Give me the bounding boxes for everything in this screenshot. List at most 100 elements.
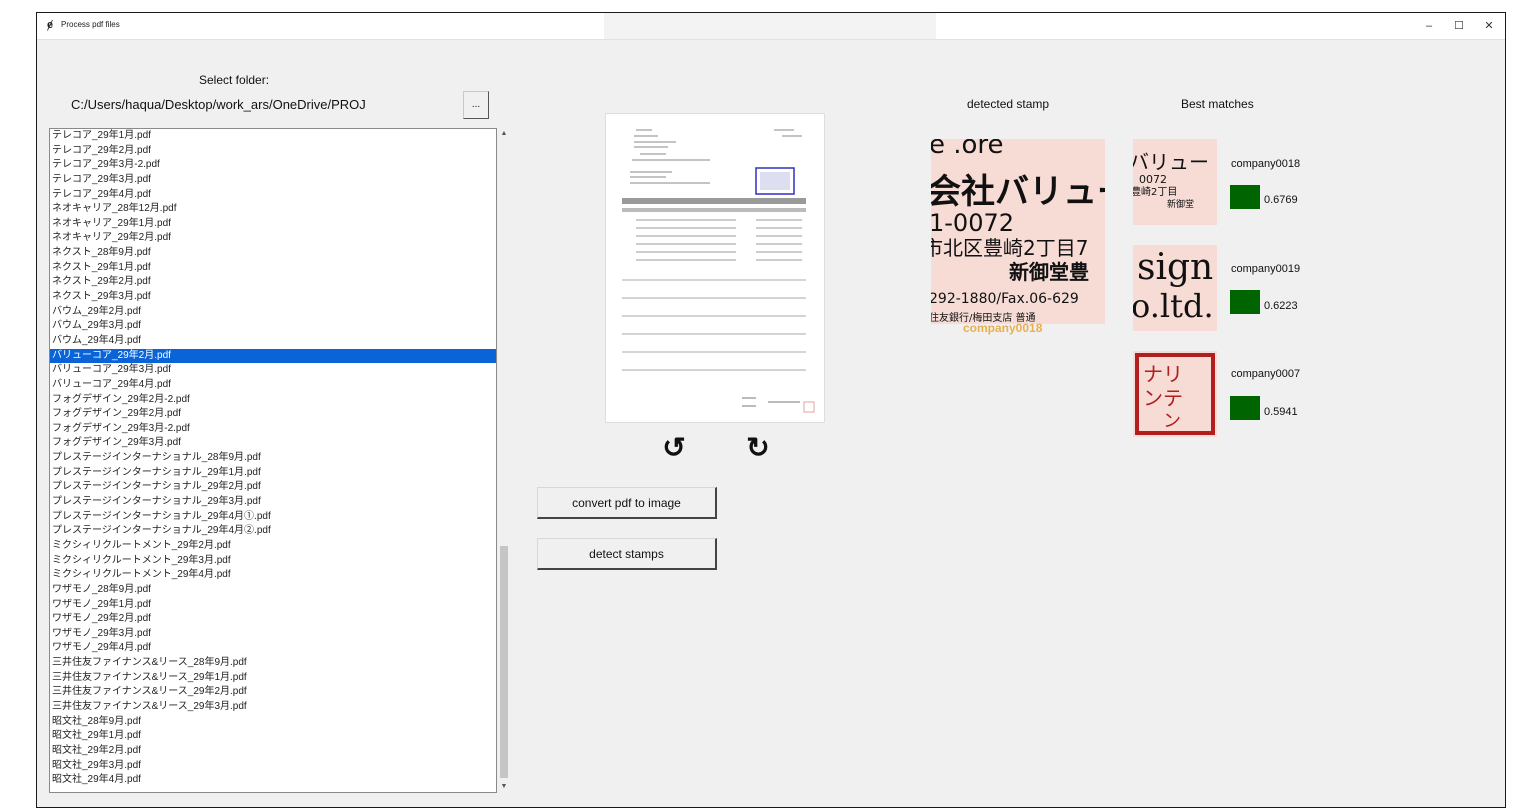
match-name: company0019	[1231, 263, 1301, 275]
file-list-item[interactable]: ワザモノ_28年9月.pdf	[50, 583, 496, 598]
detected-stamp-text-1: e .ore	[931, 139, 1004, 160]
match-stamp-graphic: ナリ ンテ ン	[1133, 351, 1217, 437]
detected-stamp-text-5: 新御堂豊	[1009, 260, 1089, 284]
minimize-button[interactable]: –	[1417, 17, 1441, 35]
file-list-item[interactable]: ネクスト_29年3月.pdf	[50, 290, 496, 305]
match-stamp-text: 新御堂	[1167, 198, 1194, 210]
file-list-item[interactable]: ワザモノ_29年1月.pdf	[50, 598, 496, 613]
rotate-right-button[interactable]: ↻	[741, 431, 775, 465]
scroll-thumb[interactable]	[500, 546, 508, 778]
file-listbox[interactable]: テレコア_29年1月.pdf テレコア_29年2月.pdf テレコア_29年3月-2…	[49, 128, 497, 793]
feather-icon: ɇ	[47, 19, 54, 31]
file-list-item[interactable]: バリューコア_29年4月.pdf	[50, 378, 496, 393]
match-stamp-text: ン	[1163, 411, 1181, 432]
match-stamp-text: o.ltd.	[1133, 287, 1214, 325]
file-list-item[interactable]: 三井住友ファイナンス&リース_29年3月.pdf	[50, 700, 496, 715]
scroll-down-arrow-icon[interactable]: ▼	[497, 781, 511, 793]
select-folder-label: Select folder:	[199, 73, 270, 87]
rotate-left-button[interactable]: ↺	[657, 431, 691, 465]
match-score-bar	[1230, 290, 1260, 314]
window-title: Process pdf files	[61, 20, 120, 29]
detect-stamps-button[interactable]: detect stamps	[537, 538, 717, 570]
detected-stamp-text-6: 292-1880/Fax.06-629	[931, 291, 1079, 307]
file-list-scrollbar[interactable]: ▲ ▼	[497, 128, 511, 793]
best-matches-label: Best matches	[1181, 97, 1254, 111]
match-score: 0.6223	[1264, 300, 1298, 312]
file-list-item[interactable]: 昭文社_29年2月.pdf	[50, 744, 496, 759]
app-window: ɇ Process pdf files – ☐ ✕ Select folder:…	[36, 12, 1506, 808]
detected-stamp-text-3: 1-0072	[931, 209, 1014, 237]
detected-stamp-text-4: 市北区豊崎2丁目7	[931, 236, 1088, 260]
file-list-item[interactable]: テレコア_29年4月.pdf	[50, 188, 496, 203]
match-name: company0018	[1231, 158, 1301, 170]
file-list-item[interactable]: ミクシィリクルートメント_29年4月.pdf	[50, 568, 496, 583]
file-list-item[interactable]: 三井住友ファイナンス&リース_29年1月.pdf	[50, 671, 496, 686]
file-list-item[interactable]: フォグデザイン_29年3月.pdf	[50, 436, 496, 451]
file-list-item[interactable]: テレコア_29年3月-2.pdf	[50, 158, 496, 173]
file-list-item[interactable]: ワザモノ_29年3月.pdf	[50, 627, 496, 642]
scroll-up-arrow-icon[interactable]: ▲	[497, 128, 511, 140]
file-list-item[interactable]: バリューコア_29年3月.pdf	[50, 363, 496, 378]
file-list-item[interactable]: 三井住友ファイナンス&リース_28年9月.pdf	[50, 656, 496, 671]
file-list-item[interactable]: プレステージインターナショナル_29年4月①.pdf	[50, 510, 496, 525]
file-list-item[interactable]: プレステージインターナショナル_29年2月.pdf	[50, 480, 496, 495]
file-list-item[interactable]: プレステージインターナショナル_29年4月②.pdf	[50, 524, 496, 539]
file-list-item[interactable]: プレステージインターナショナル_28年9月.pdf	[50, 451, 496, 466]
match-stamp-text: 豊崎2丁目	[1133, 185, 1177, 198]
file-list-item[interactable]: 昭文社_29年4月.pdf	[50, 773, 496, 788]
file-list-item[interactable]: プレステージインターナショナル_29年1月.pdf	[50, 466, 496, 481]
file-list-item[interactable]: 三井住友ファイナンス&リース_29年2月.pdf	[50, 685, 496, 700]
file-list-item[interactable]: ワザモノ_29年4月.pdf	[50, 641, 496, 656]
file-list-item[interactable]: バウム_29年3月.pdf	[50, 319, 496, 334]
match-score: 0.6769	[1264, 194, 1298, 206]
pdf-preview-image	[605, 113, 825, 423]
close-button[interactable]: ✕	[1477, 17, 1501, 35]
match-stamp-text: 0072	[1139, 173, 1167, 186]
convert-pdf-button[interactable]: convert pdf to image	[537, 487, 717, 519]
detected-stamp-image: e .ore 会社バリュー 1-0072 市北区豊崎2丁目7 新御堂豊 292-…	[931, 139, 1105, 324]
file-list-item[interactable]: ネオキャリア_29年1月.pdf	[50, 217, 496, 232]
file-list-item[interactable]: テレコア_29年1月.pdf	[50, 129, 496, 144]
title-bar: ɇ Process pdf files – ☐ ✕	[37, 13, 1505, 40]
file-list-item[interactable]: ミクシィリクルートメント_29年3月.pdf	[50, 554, 496, 569]
file-list-item[interactable]: ネクスト_29年2月.pdf	[50, 275, 496, 290]
match-stamp-graphic: バリュー 0072 豊崎2丁目 新御堂	[1133, 139, 1217, 225]
detected-stamp-text-2: 会社バリュー	[931, 172, 1105, 212]
match-stamp-image: バリュー 0072 豊崎2丁目 新御堂	[1133, 139, 1217, 225]
file-list-item[interactable]: ワザモノ_29年2月.pdf	[50, 612, 496, 627]
match-score: 0.5941	[1264, 406, 1298, 418]
folder-path-field[interactable]: C:/Users/haqua/Desktop/work_ars/OneDrive…	[67, 95, 415, 115]
maximize-button[interactable]: ☐	[1447, 17, 1471, 35]
match-stamp-image: sign o.ltd.	[1133, 245, 1217, 331]
file-list-item[interactable]: 昭文社_29年3月.pdf	[50, 759, 496, 774]
file-list-item[interactable]: ミクシィリクルートメント_29年2月.pdf	[50, 539, 496, 554]
file-list-item[interactable]: バウム_29年2月.pdf	[50, 305, 496, 320]
match-score-bar	[1230, 396, 1260, 420]
file-list-item[interactable]: バウム_29年4月.pdf	[50, 334, 496, 349]
detected-stamp-caption: company0018	[963, 321, 1043, 335]
file-list-item[interactable]: 昭文社_29年1月.pdf	[50, 729, 496, 744]
file-list-item[interactable]: フォグデザイン_29年2月-2.pdf	[50, 393, 496, 408]
file-list-item[interactable]: 昭文社_28年9月.pdf	[50, 715, 496, 730]
invoice-thumbnail	[606, 114, 824, 422]
file-list-item[interactable]: テレコア_29年3月.pdf	[50, 173, 496, 188]
match-stamp-graphic: sign o.ltd.	[1133, 245, 1217, 331]
detected-stamp-label: detected stamp	[967, 97, 1050, 111]
file-list-item[interactable]: ネオキャリア_29年2月.pdf	[50, 231, 496, 246]
title-bar-highlight	[604, 13, 936, 39]
match-stamp-text: sign	[1137, 247, 1213, 288]
file-list-item[interactable]: ネクスト_28年9月.pdf	[50, 246, 496, 261]
file-list-item[interactable]: バリューコア_29年2月.pdf	[50, 348, 496, 364]
match-score-bar	[1230, 185, 1260, 209]
file-list-item[interactable]: フォグデザイン_29年2月.pdf	[50, 407, 496, 422]
browse-folder-button[interactable]: ...	[463, 91, 489, 119]
match-stamp-text: ナリ	[1143, 362, 1183, 386]
file-list-item[interactable]: テレコア_29年2月.pdf	[50, 144, 496, 159]
match-name: company0007	[1231, 368, 1301, 380]
file-list-item[interactable]: ネオキャリア_28年12月.pdf	[50, 202, 496, 217]
file-list-item[interactable]: プレステージインターナショナル_29年3月.pdf	[50, 495, 496, 510]
file-list-item[interactable]: フォグデザイン_29年3月-2.pdf	[50, 422, 496, 437]
file-list-item[interactable]: ネクスト_29年1月.pdf	[50, 261, 496, 276]
detected-stamp-graphic: e .ore 会社バリュー 1-0072 市北区豊崎2丁目7 新御堂豊 292-…	[931, 139, 1105, 324]
match-stamp-image: ナリ ンテ ン	[1133, 351, 1217, 437]
